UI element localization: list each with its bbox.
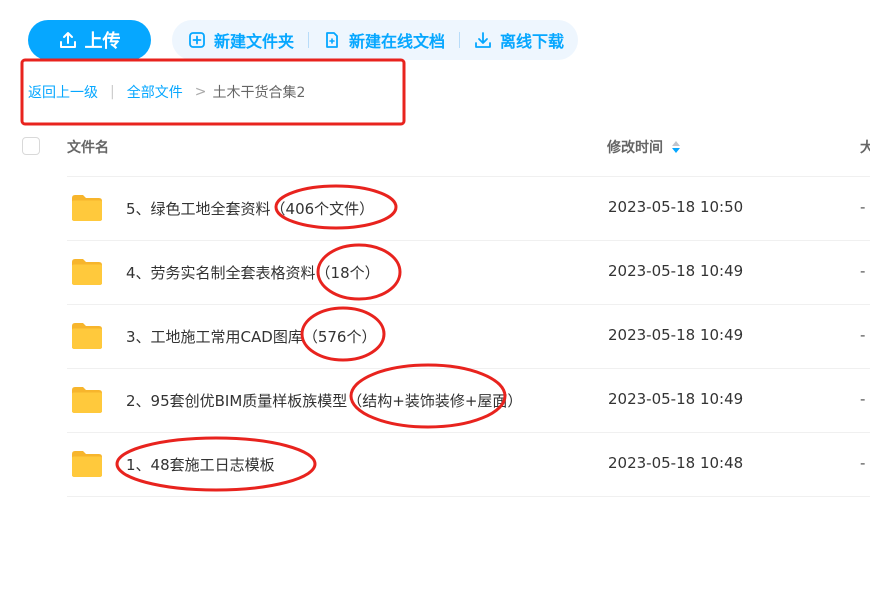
- file-name[interactable]: 2、95套创优BIM质量样板族模型（结构+装饰装修+屋面）: [126, 390, 522, 411]
- upload-icon: [59, 32, 76, 48]
- upload-button[interactable]: 上传: [28, 20, 151, 60]
- folder-icon: [72, 195, 102, 221]
- new-doc-icon: [326, 32, 338, 48]
- table-row[interactable]: 4、劳务实名制全套表格资料（18个） 2023-05-18 10:49 -: [67, 241, 870, 305]
- table-row[interactable]: 3、工地施工常用CAD图库（576个） 2023-05-18 10:49 -: [67, 305, 870, 369]
- table-row[interactable]: 5、绿色工地全套资料（406个文件） 2023-05-18 10:50 -: [67, 177, 870, 241]
- file-name[interactable]: 5、绿色工地全套资料（406个文件）: [126, 198, 374, 219]
- new-folder-icon: [189, 32, 205, 48]
- new-folder-label: 新建文件夹: [214, 32, 295, 51]
- upload-label: 上传: [84, 31, 121, 52]
- back-link[interactable]: 返回上一级: [28, 82, 98, 102]
- toolbar: 上传 新建文件夹 新建在线文档 离线下载: [28, 20, 579, 60]
- file-size: -: [860, 262, 866, 280]
- folder-icon: [72, 387, 102, 413]
- sort-icon[interactable]: [671, 140, 681, 154]
- breadcrumb-separator: |: [110, 84, 115, 100]
- breadcrumb: 返回上一级 | 全部文件 > 土木干货合集2: [28, 82, 305, 102]
- current-folder: 土木干货合集2: [212, 85, 306, 101]
- new-folder-button[interactable]: 新建文件夹: [188, 28, 294, 52]
- select-all-checkbox[interactable]: [22, 137, 40, 155]
- file-list: 5、绿色工地全套资料（406个文件） 2023-05-18 10:50 - 4、…: [0, 177, 870, 497]
- all-files-link[interactable]: 全部文件: [127, 82, 183, 102]
- divider: [459, 32, 461, 48]
- file-name[interactable]: 1、48套施工日志模板: [126, 454, 275, 475]
- offline-download-label: 离线下载: [500, 32, 565, 51]
- modified-time: 2023-05-18 10:49: [608, 326, 744, 344]
- breadcrumb-arrow: >: [194, 84, 207, 100]
- table-header: 文件名 修改时间 大: [0, 128, 870, 164]
- offline-download-button[interactable]: 离线下载: [474, 28, 564, 52]
- table-row[interactable]: 1、48套施工日志模板 2023-05-18 10:48 -: [67, 433, 870, 497]
- file-size: -: [860, 390, 866, 408]
- table-row[interactable]: 2、95套创优BIM质量样板族模型（结构+装饰装修+屋面） 2023-05-18…: [67, 369, 870, 433]
- column-name[interactable]: 文件名: [67, 137, 109, 157]
- divider: [308, 32, 310, 48]
- download-icon: [475, 32, 491, 48]
- file-size: -: [860, 454, 866, 472]
- modified-time: 2023-05-18 10:49: [608, 390, 744, 408]
- modified-time: 2023-05-18 10:50: [608, 198, 744, 216]
- column-modified-time-label: 修改时间: [607, 140, 663, 156]
- new-online-doc-label: 新建在线文档: [349, 32, 446, 51]
- folder-icon: [72, 451, 102, 477]
- modified-time: 2023-05-18 10:49: [608, 262, 744, 280]
- action-group: 新建文件夹 新建在线文档 离线下载: [172, 20, 579, 60]
- file-size: -: [860, 198, 866, 216]
- folder-icon: [72, 323, 102, 349]
- folder-icon: [72, 259, 102, 285]
- file-name[interactable]: 4、劳务实名制全套表格资料（18个）: [126, 262, 380, 283]
- column-size[interactable]: 大: [860, 137, 870, 157]
- modified-time: 2023-05-18 10:48: [608, 454, 744, 472]
- file-name[interactable]: 3、工地施工常用CAD图库（576个）: [126, 326, 376, 347]
- file-size: -: [860, 326, 866, 344]
- column-modified-time[interactable]: 修改时间: [607, 137, 681, 157]
- new-online-doc-button[interactable]: 新建在线文档: [323, 28, 445, 52]
